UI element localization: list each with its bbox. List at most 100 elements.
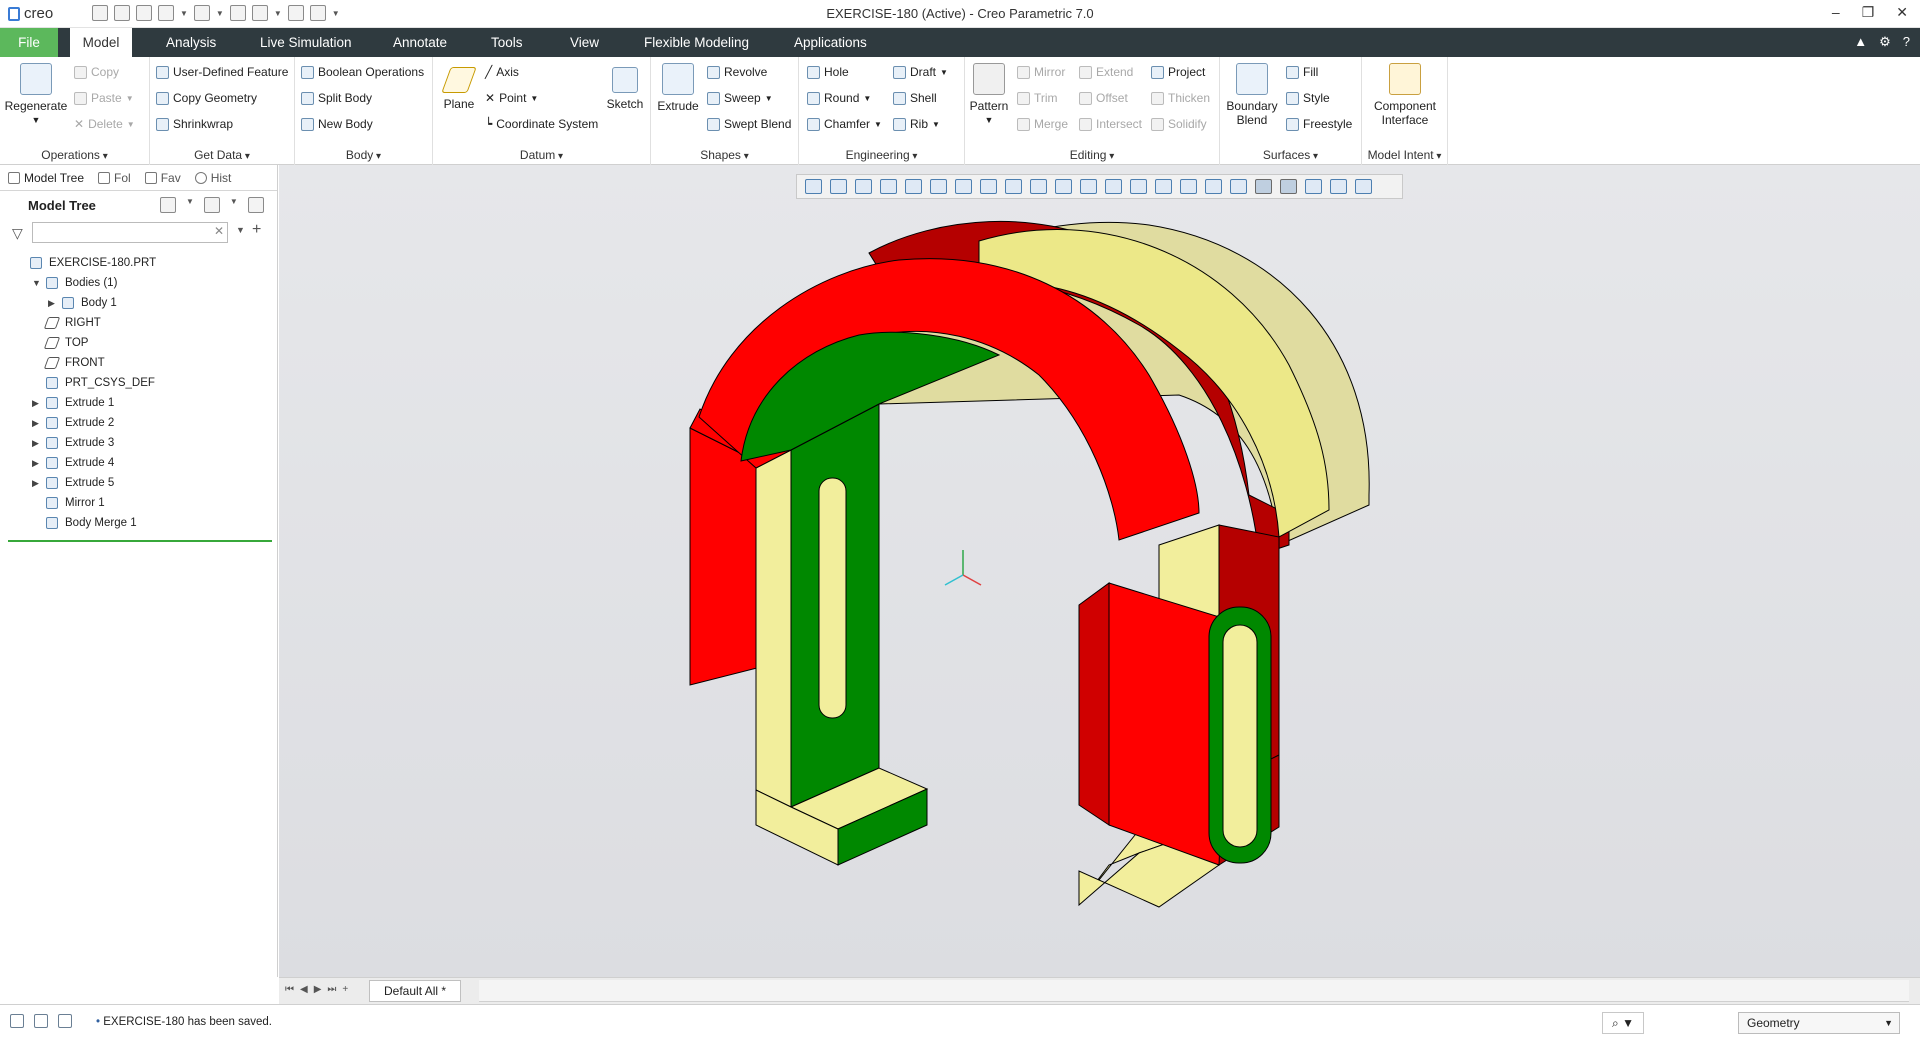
full-screen-icon[interactable] <box>58 1014 72 1028</box>
tree-settings-icon[interactable] <box>160 197 176 213</box>
group-label-get-data[interactable]: Get Data <box>150 148 294 162</box>
draft-button[interactable]: Draft ▼ <box>893 63 948 81</box>
tree-show-dropdown-icon[interactable]: ▼ <box>230 197 238 213</box>
find-button[interactable]: ⌕ ▼ <box>1602 1012 1644 1034</box>
tree-toggle-icon[interactable]: ▶ <box>32 413 39 433</box>
trim-button[interactable]: Trim <box>1017 89 1058 107</box>
mirror-button[interactable]: Mirror <box>1017 63 1065 81</box>
tree-settings-dropdown-icon[interactable]: ▼ <box>186 197 194 213</box>
regenerate-button[interactable]: Regenerate ▼ <box>4 63 68 127</box>
tree-item[interactable]: ▶ Extrude 4 <box>0 453 278 473</box>
clear-search-icon[interactable]: ✕ <box>214 224 224 238</box>
tree-item[interactable]: ▶ Extrude 1 <box>0 393 278 413</box>
tab-model[interactable]: Model <box>70 28 132 58</box>
next-tab-icon[interactable]: ▶ <box>314 984 322 995</box>
graphics-window[interactable] <box>279 165 1920 977</box>
group-label-body[interactable]: Body <box>295 148 432 162</box>
rib-button[interactable]: Rib ▼ <box>893 115 940 133</box>
model-tree-search-input[interactable] <box>32 222 228 243</box>
pattern-button[interactable]: Pattern ▼ <box>967 63 1011 127</box>
tab-file[interactable]: File <box>0 28 58 57</box>
tab-tools[interactable]: Tools <box>481 28 533 57</box>
tree-item[interactable]: RIGHT <box>0 313 278 333</box>
sketch-button[interactable]: Sketch <box>603 67 647 111</box>
selection-filter-dropdown[interactable]: Geometry ▼ <box>1738 1012 1900 1034</box>
add-icon[interactable]: + <box>252 221 261 239</box>
tree-item[interactable]: TOP <box>0 333 278 353</box>
tree-item[interactable]: ▶ Extrude 2 <box>0 413 278 433</box>
merge-button[interactable]: Merge <box>1017 115 1068 133</box>
tree-filter-icon[interactable] <box>247 197 264 213</box>
group-label-operations[interactable]: Operations <box>0 148 149 162</box>
shrinkwrap-button[interactable]: Shrinkwrap <box>156 115 233 133</box>
settings-icon[interactable]: ⚙ <box>1879 34 1891 50</box>
tree-item[interactable]: Body Merge 1 <box>0 513 278 533</box>
navigator-toggle-icon[interactable] <box>10 1014 24 1028</box>
tree-item[interactable]: ▼ Bodies (1) <box>0 273 278 293</box>
tree-toggle-icon[interactable]: ▼ <box>32 273 41 293</box>
extrude-button[interactable]: Extrude <box>655 63 701 113</box>
nav-tab-folder[interactable]: Fol <box>98 171 131 185</box>
group-label-shapes[interactable]: Shapes <box>651 148 798 162</box>
tree-item[interactable]: Mirror 1 <box>0 493 278 513</box>
tab-analysis[interactable]: Analysis <box>156 28 226 57</box>
tree-item[interactable]: ▶ Extrude 5 <box>0 473 278 493</box>
tab-annotate[interactable]: Annotate <box>383 28 457 57</box>
tree-item[interactable]: ▶ Extrude 3 <box>0 433 278 453</box>
tree-show-icon[interactable] <box>203 197 220 213</box>
last-tab-icon[interactable]: ⏭ <box>327 984 336 995</box>
tree-toggle-icon[interactable]: ▶ <box>32 393 39 413</box>
udf-button[interactable]: User-Defined Feature <box>156 63 288 81</box>
freestyle-button[interactable]: Freestyle <box>1286 115 1352 133</box>
swept-blend-button[interactable]: Swept Blend <box>707 115 791 133</box>
split-body-button[interactable]: Split Body <box>301 89 372 107</box>
funnel-icon[interactable]: ▽ <box>12 225 23 242</box>
tab-view[interactable]: View <box>560 28 609 57</box>
nav-tab-favorites[interactable]: Fav <box>144 171 181 185</box>
shell-button[interactable]: Shell <box>893 89 937 107</box>
group-label-engineering[interactable]: Engineering <box>799 148 964 162</box>
browser-toggle-icon[interactable] <box>34 1014 48 1028</box>
coordinate-system-button[interactable]: ┕ Coordinate System <box>485 115 598 133</box>
new-body-button[interactable]: New Body <box>301 115 373 133</box>
first-tab-icon[interactable]: ⏮ <box>285 984 294 995</box>
revolve-button[interactable]: Revolve <box>707 63 767 81</box>
point-button[interactable]: ✕ Point ▼ <box>485 89 538 107</box>
paste-button[interactable]: Paste ▼ <box>74 89 134 107</box>
insert-indicator[interactable] <box>8 540 272 542</box>
boolean-operations-button[interactable]: Boolean Operations <box>301 63 424 81</box>
axis-button[interactable]: ╱ Axis <box>485 63 519 81</box>
tab-applications[interactable]: Applications <box>784 28 877 57</box>
tree-toggle-icon[interactable]: ▶ <box>32 473 39 493</box>
close-button[interactable]: ✕ <box>1896 4 1908 21</box>
tab-live-simulation[interactable]: Live Simulation <box>250 28 362 57</box>
copy-button[interactable]: Copy <box>74 63 119 81</box>
new-tab-icon[interactable]: + <box>342 984 348 995</box>
sweep-button[interactable]: Sweep ▼ <box>707 89 773 107</box>
tree-item[interactable]: FRONT <box>0 353 278 373</box>
prev-tab-icon[interactable]: ◀ <box>300 984 308 995</box>
group-label-editing[interactable]: Editing <box>965 148 1219 162</box>
window-tab-default-all[interactable]: Default All * <box>369 980 462 1002</box>
tree-toggle-icon[interactable]: ▶ <box>32 453 39 473</box>
component-interface-button[interactable]: Component Interface <box>1364 63 1446 127</box>
delete-button[interactable]: ✕ Delete ▼ <box>74 115 135 133</box>
group-label-model-intent[interactable]: Model Intent <box>1362 148 1447 162</box>
model-3d-view[interactable] <box>279 165 1920 977</box>
style-button[interactable]: Style <box>1286 89 1330 107</box>
intersect-button[interactable]: Intersect <box>1079 115 1142 133</box>
help-icon[interactable]: ? <box>1903 34 1910 50</box>
tree-toggle-icon[interactable]: ▶ <box>32 433 39 453</box>
round-button[interactable]: Round ▼ <box>807 89 871 107</box>
extend-button[interactable]: Extend <box>1079 63 1133 81</box>
copy-geometry-button[interactable]: Copy Geometry <box>156 89 257 107</box>
project-button[interactable]: Project <box>1151 63 1205 81</box>
thicken-button[interactable]: Thicken <box>1151 89 1210 107</box>
group-label-surfaces[interactable]: Surfaces <box>1220 148 1361 162</box>
minimize-ribbon-icon[interactable]: ▲ <box>1854 34 1867 50</box>
restore-button[interactable]: ❐ <box>1862 4 1875 21</box>
nav-tab-model-tree[interactable]: Model Tree <box>8 171 84 185</box>
boundary-blend-button[interactable]: Boundary Blend <box>1224 63 1280 127</box>
minimize-button[interactable]: – <box>1832 4 1840 21</box>
offset-button[interactable]: Offset <box>1079 89 1128 107</box>
